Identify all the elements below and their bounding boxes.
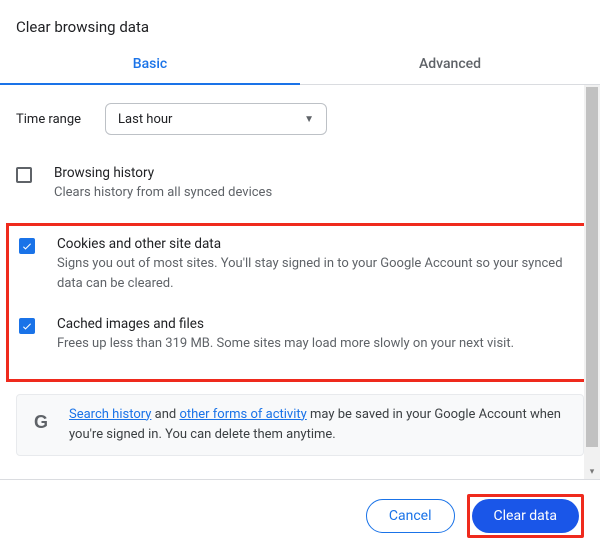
browsing-history-text: Browsing history Clears history from all… (54, 165, 272, 203)
browsing-history-row: Browsing history Clears history from all… (16, 165, 584, 223)
time-range-select[interactable]: Last hour ▼ (105, 103, 327, 135)
clear-data-button[interactable]: Clear data (472, 499, 579, 533)
cookies-text: Cookies and other site data Signs you ou… (57, 236, 581, 294)
time-range-value: Last hour (118, 112, 172, 127)
tab-basic[interactable]: Basic (0, 56, 300, 84)
cookies-heading: Cookies and other site data (57, 236, 581, 252)
note-mid1: and (151, 407, 179, 422)
scroll-down-icon[interactable]: ▾ (584, 465, 600, 479)
other-activity-link[interactable]: other forms of activity (179, 407, 306, 422)
cookies-row: Cookies and other site data Signs you ou… (19, 236, 581, 316)
browsing-history-desc: Clears history from all synced devices (54, 183, 272, 203)
check-icon (21, 240, 33, 252)
time-range-label: Time range (16, 112, 81, 127)
browsing-history-heading: Browsing history (54, 165, 272, 181)
chevron-down-icon: ▼ (304, 114, 314, 125)
google-account-note: G Search history and other forms of acti… (16, 394, 584, 456)
dialog-footer: Cancel Clear data (0, 480, 600, 552)
highlight-box: Cookies and other site data Signs you ou… (6, 223, 590, 381)
clear-data-highlight: Clear data (467, 494, 584, 538)
cache-text: Cached images and files Frees up less th… (57, 316, 514, 354)
browsing-history-checkbox[interactable] (16, 167, 32, 183)
content-wrap: Time range Last hour ▼ Browsing history … (0, 85, 600, 480)
dialog-title: Clear browsing data (0, 0, 600, 56)
clear-browsing-data-dialog: Clear browsing data Basic Advanced Time … (0, 0, 600, 557)
search-history-link[interactable]: Search history (69, 407, 151, 422)
cancel-button[interactable]: Cancel (366, 499, 455, 533)
google-icon: G (31, 409, 51, 429)
scrollbar[interactable]: ▾ (584, 85, 600, 479)
tabs: Basic Advanced (0, 56, 600, 85)
tab-advanced[interactable]: Advanced (300, 56, 600, 84)
content: Time range Last hour ▼ Browsing history … (0, 85, 600, 479)
check-icon (21, 320, 33, 332)
cache-desc: Frees up less than 319 MB. Some sites ma… (57, 334, 514, 354)
cache-row: Cached images and files Frees up less th… (19, 316, 581, 376)
cookies-desc: Signs you out of most sites. You'll stay… (57, 254, 581, 294)
cookies-checkbox[interactable] (19, 238, 35, 254)
scrollbar-thumb[interactable] (586, 87, 598, 447)
cache-heading: Cached images and files (57, 316, 514, 332)
time-range-row: Time range Last hour ▼ (16, 103, 584, 135)
cache-checkbox[interactable] (19, 318, 35, 334)
note-text: Search history and other forms of activi… (69, 405, 569, 445)
